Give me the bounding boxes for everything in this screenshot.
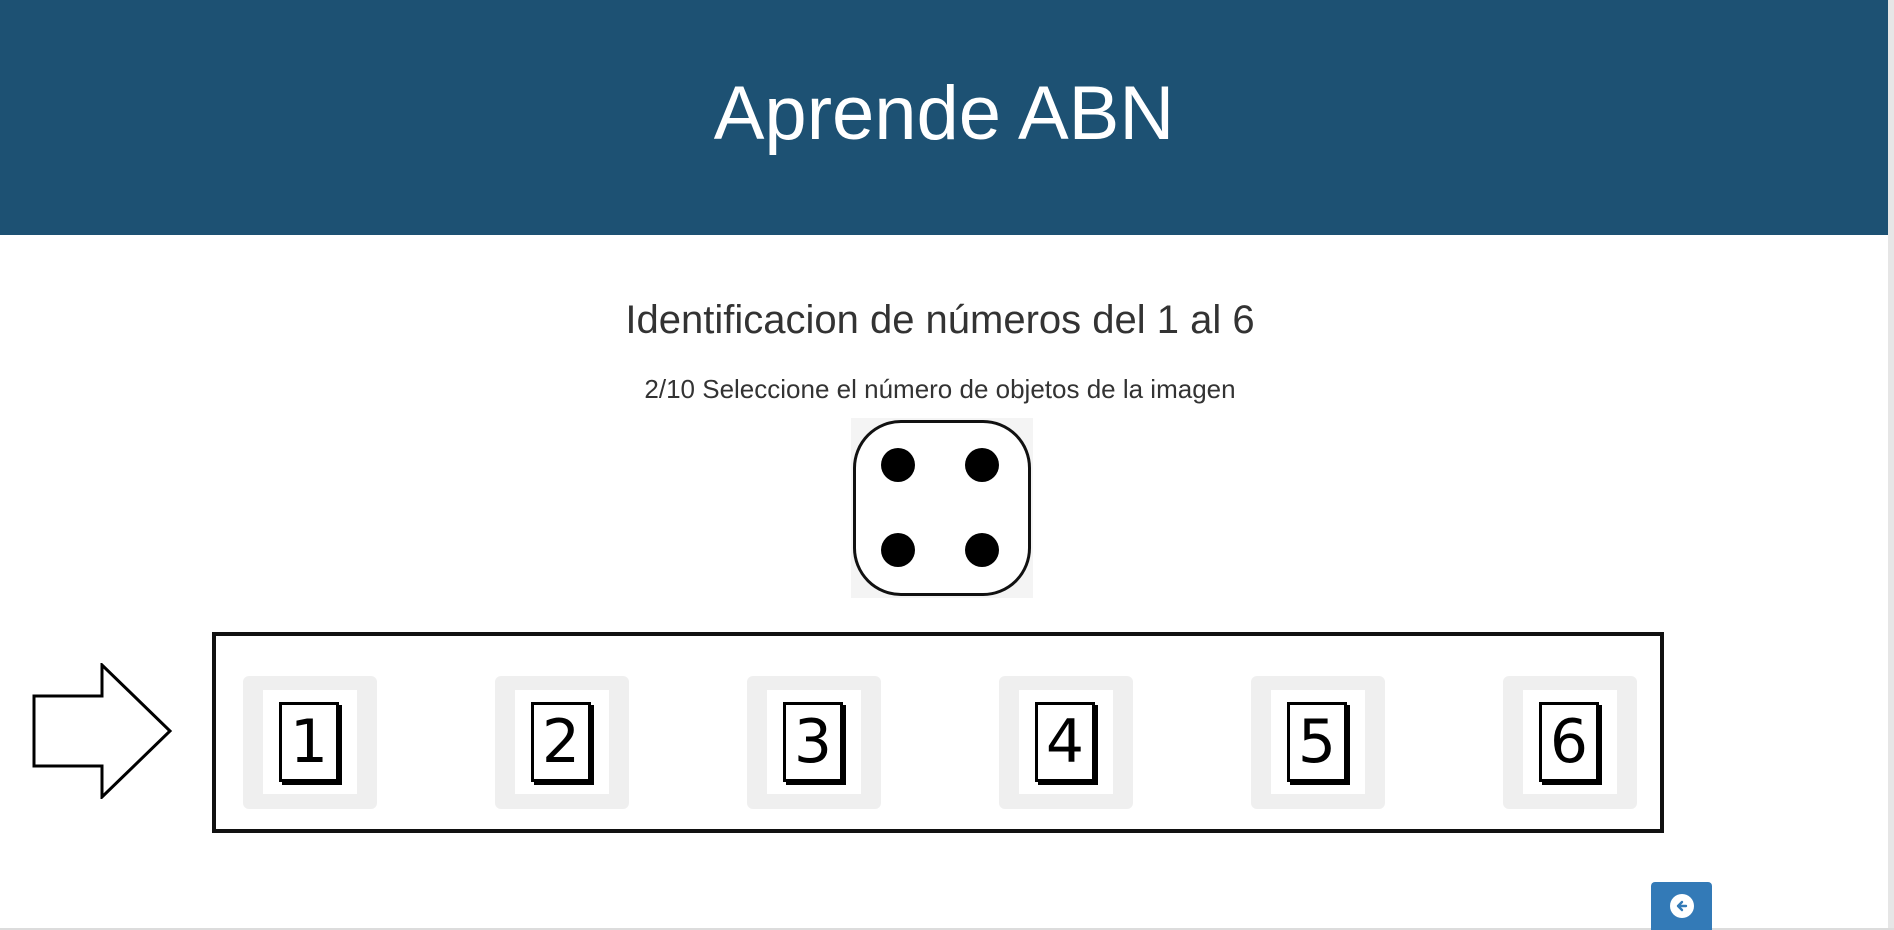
dice-pip xyxy=(881,533,915,567)
option-image: 1 xyxy=(263,690,357,794)
option-label: 2 xyxy=(541,707,581,777)
number-card: 1 xyxy=(279,702,339,782)
scrollbar-track[interactable] xyxy=(1888,0,1894,930)
option-4-button[interactable]: 4 xyxy=(999,676,1133,809)
number-card: 5 xyxy=(1287,702,1347,782)
option-image: 3 xyxy=(767,690,861,794)
dice-pip xyxy=(965,533,999,567)
option-image: 4 xyxy=(1019,690,1113,794)
page: Aprende ABN Identificacion de números de… xyxy=(0,0,1894,930)
option-label: 5 xyxy=(1297,707,1337,777)
exercise-title: Identificacion de números del 1 al 6 xyxy=(625,298,1255,342)
option-image: 5 xyxy=(1271,690,1365,794)
number-card: 4 xyxy=(1035,702,1095,782)
option-2-button[interactable]: 2 xyxy=(495,676,629,809)
answer-options: 1 2 3 4 5 6 xyxy=(212,632,1664,833)
option-label: 3 xyxy=(793,707,833,777)
dice-pip xyxy=(881,448,915,482)
option-label: 1 xyxy=(289,707,329,777)
number-card: 3 xyxy=(783,702,843,782)
option-image: 2 xyxy=(515,690,609,794)
back-button[interactable] xyxy=(1651,882,1712,930)
number-card: 6 xyxy=(1539,702,1599,782)
option-5-button[interactable]: 5 xyxy=(1251,676,1385,809)
app-header: Aprende ABN xyxy=(0,0,1888,235)
option-label: 4 xyxy=(1045,707,1085,777)
arrow-left-glyph xyxy=(1676,900,1687,912)
dice-image xyxy=(851,418,1033,598)
option-label: 6 xyxy=(1549,707,1589,777)
option-1-button[interactable]: 1 xyxy=(243,676,377,809)
arrow-circle-left-icon xyxy=(1669,894,1694,918)
option-image: 6 xyxy=(1523,690,1617,794)
option-6-button[interactable]: 6 xyxy=(1503,676,1637,809)
dice-face xyxy=(853,420,1031,596)
exercise-prompt: 2/10 Seleccione el número de objetos de … xyxy=(644,374,1236,404)
option-3-button[interactable]: 3 xyxy=(747,676,881,809)
arrow-right-outline-icon xyxy=(32,663,173,799)
app-title: Aprende ABN xyxy=(713,71,1175,156)
number-card: 2 xyxy=(531,702,591,782)
dice-pip xyxy=(965,448,999,482)
